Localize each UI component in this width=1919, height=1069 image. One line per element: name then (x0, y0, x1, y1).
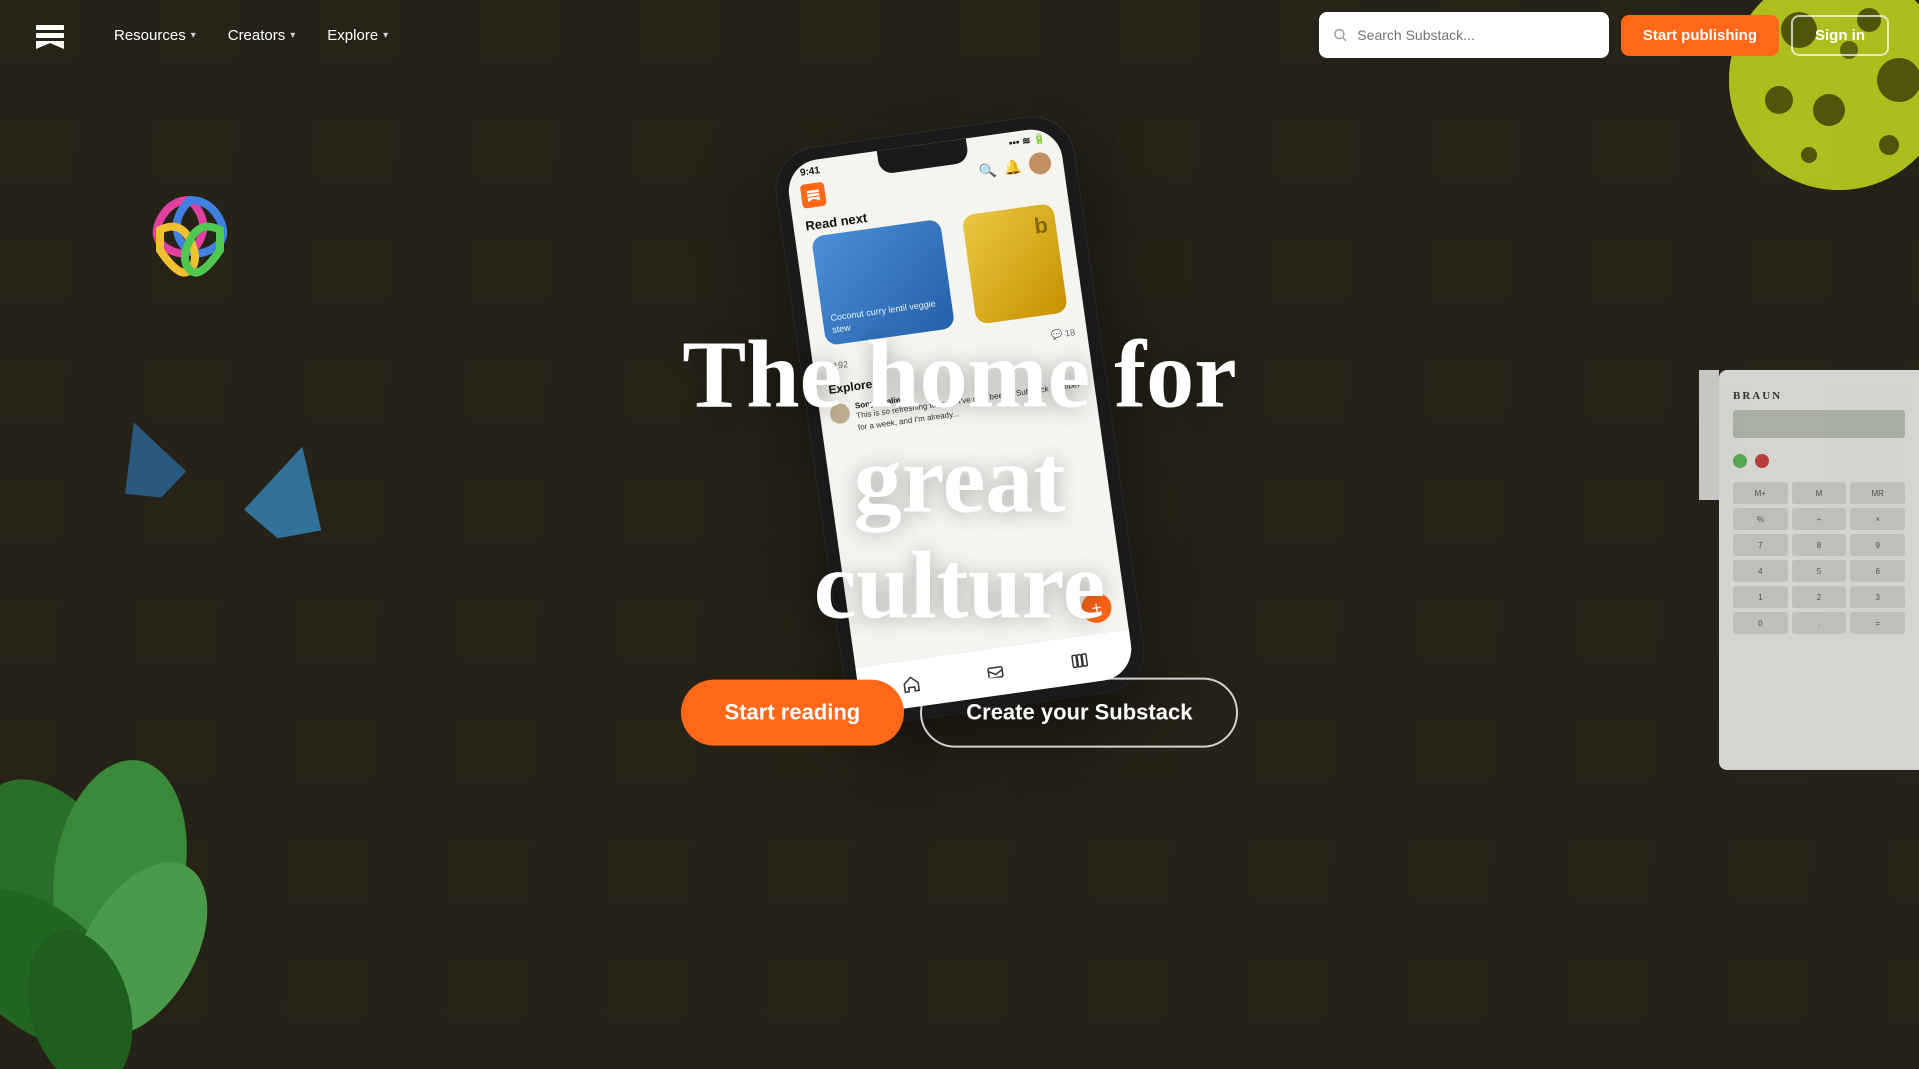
phone-time: 9:41 (799, 165, 820, 179)
chevron-down-icon: ▾ (191, 30, 196, 41)
hero-title-line2: culture (814, 531, 1106, 638)
braun-key: 7 (1733, 534, 1788, 556)
decorative-plant (0, 689, 260, 1069)
braun-dot-green (1733, 454, 1747, 468)
braun-key: 4 (1733, 560, 1788, 582)
nav-resources-label: Resources (114, 27, 186, 44)
start-reading-button[interactable]: Start reading (681, 680, 905, 746)
braun-key: M+ (1733, 482, 1788, 504)
nav-creators-label: Creators (228, 27, 286, 44)
phone-bell-icon: 🔔 (1002, 158, 1022, 177)
chevron-down-icon: ▾ (383, 30, 388, 41)
nav-item-creators[interactable]: Creators ▾ (214, 19, 310, 52)
braun-dots (1733, 454, 1905, 468)
decorative-knot (140, 190, 240, 295)
braun-key: ÷ (1792, 508, 1847, 530)
navbar: Resources ▾ Creators ▾ Explore ▾ Start p… (0, 0, 1919, 70)
chevron-down-icon: ▾ (290, 30, 295, 41)
navbar-logo[interactable] (30, 15, 70, 55)
hero-title: The home for great culture (620, 321, 1300, 638)
braun-key: 6 (1850, 560, 1905, 582)
braun-key: 9 (1850, 534, 1905, 556)
search-icon (1333, 27, 1348, 43)
braun-key: 2 (1792, 586, 1847, 608)
nav-links: Resources ▾ Creators ▾ Explore ▾ (100, 19, 1309, 52)
phone-card-2-letter: b (1032, 212, 1049, 240)
braun-key: 1 (1733, 586, 1788, 608)
nav-item-explore[interactable]: Explore ▾ (313, 19, 402, 52)
braun-key: . (1792, 612, 1847, 634)
braun-display (1733, 410, 1905, 438)
nav-explore-label: Explore (327, 27, 378, 44)
phone-search-icon: 🔍 (977, 161, 997, 180)
hero-title-line1: The home for great (682, 320, 1237, 533)
hero-buttons: Start reading Create your Substack (681, 678, 1239, 748)
braun-key: 0 (1733, 612, 1788, 634)
braun-key: MR (1850, 482, 1905, 504)
braun-label: BRAUN (1733, 390, 1905, 402)
decorative-braun-device: BRAUN M+ M MR % ÷ × 7 8 9 4 5 6 1 2 3 0 … (1719, 370, 1919, 770)
substack-logo-icon[interactable] (30, 15, 70, 55)
braun-keypad: M+ M MR % ÷ × 7 8 9 4 5 6 1 2 3 0 . = (1733, 482, 1905, 634)
search-bar[interactable] (1319, 12, 1609, 58)
hero-content: The home for great culture Start reading… (620, 321, 1300, 748)
phone-card-2: b (961, 203, 1067, 325)
search-input[interactable] (1357, 27, 1595, 43)
sign-in-button[interactable]: Sign in (1791, 15, 1889, 56)
phone-avatar (1027, 151, 1052, 176)
navbar-right: Start publishing Sign in (1319, 12, 1889, 58)
braun-key: = (1850, 612, 1905, 634)
braun-key: % (1733, 508, 1788, 530)
braun-key: 3 (1850, 586, 1905, 608)
create-substack-button[interactable]: Create your Substack (920, 678, 1238, 748)
braun-key: 5 (1792, 560, 1847, 582)
braun-dot-red (1755, 454, 1769, 468)
braun-key: 8 (1792, 534, 1847, 556)
start-publishing-button[interactable]: Start publishing (1621, 15, 1779, 56)
phone-app-logo (799, 182, 826, 209)
braun-key: × (1850, 508, 1905, 530)
nav-item-resources[interactable]: Resources ▾ (100, 19, 210, 52)
braun-key: M (1792, 482, 1847, 504)
decorative-stripe (1699, 370, 1719, 500)
phone-nav-icons: 🔍 🔔 (977, 151, 1052, 183)
